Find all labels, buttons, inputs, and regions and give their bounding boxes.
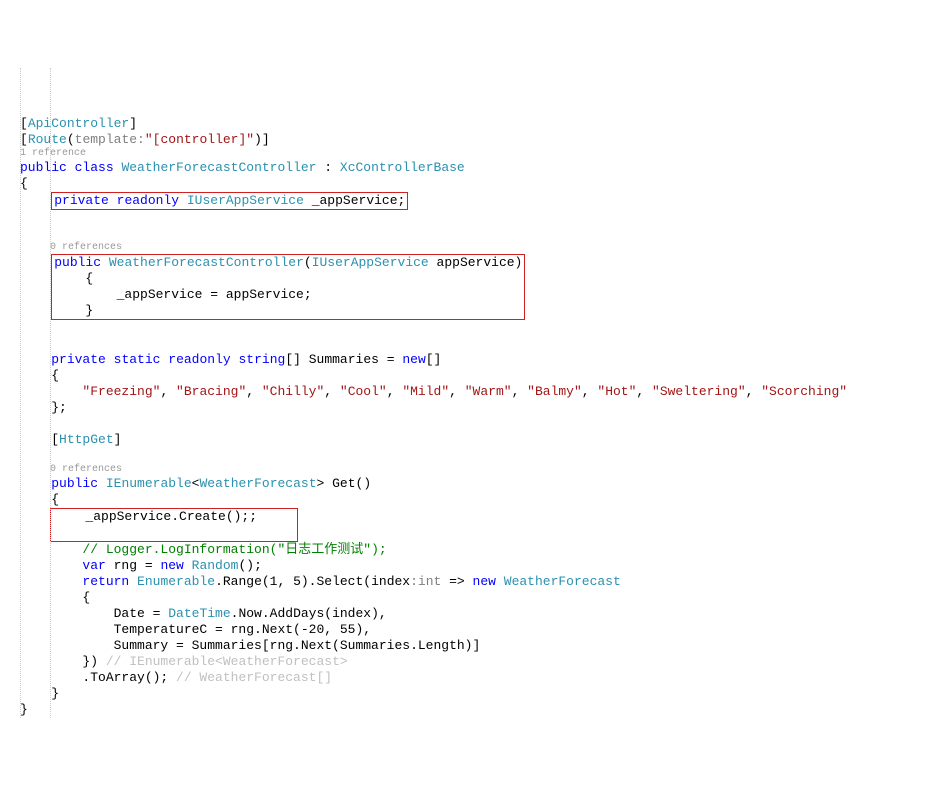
- highlight-field-box: private readonly IUserAppService _appSer…: [51, 192, 408, 210]
- kw-class: class: [75, 160, 114, 175]
- obj-date-a: Date =: [20, 606, 168, 621]
- arrow: =>: [441, 574, 472, 589]
- ctor-body: _appService = appService;: [54, 287, 311, 302]
- type-random: Random: [192, 558, 239, 573]
- param-hint-int: :int: [410, 574, 441, 589]
- obj-summary: Summary = Summaries[rng.Next(Summaries.L…: [20, 638, 480, 653]
- brace: {: [20, 368, 59, 383]
- code-editor: [ApiController] [Route(template:"[contro…: [20, 68, 947, 718]
- highlight-ctor-box: public WeatherForecastController(IUserAp…: [51, 254, 525, 320]
- call-line: _appService.Create();;: [23, 509, 257, 524]
- return-type: IEnumerable: [106, 476, 192, 491]
- param-hint-template: template:: [75, 132, 145, 147]
- type-enumerable: Enumerable: [137, 574, 215, 589]
- brace: {: [20, 590, 90, 605]
- comment-logger-end: );: [371, 542, 387, 557]
- toarray: .ToArray();: [20, 670, 176, 685]
- brace: }): [20, 654, 106, 669]
- kw-static: static: [114, 352, 161, 367]
- base-class: XcControllerBase: [340, 160, 465, 175]
- kw-new: new: [160, 558, 183, 573]
- kw-readonly: readonly: [117, 193, 179, 208]
- codelens-references[interactable]: 0 references: [20, 464, 947, 476]
- attr-apicontroller: ApiController: [28, 116, 129, 131]
- kw-public: public: [20, 160, 67, 175]
- inline-type-comment: // IEnumerable<WeatherForecast>: [106, 654, 348, 669]
- paren: (: [67, 132, 75, 147]
- paren: )]: [254, 132, 270, 147]
- summary-item: "Freezing": [82, 384, 160, 399]
- attr-bracket: [: [51, 432, 59, 447]
- comment-logger-str: "日志工作测试": [277, 542, 371, 557]
- summary-item: "Scorching": [761, 384, 847, 399]
- obj-temp: TemperatureC = rng.Next(-20, 55),: [20, 622, 371, 637]
- kw-string: string: [239, 352, 286, 367]
- comment-logger: // Logger.LogInformation(: [20, 542, 277, 557]
- codelens-references[interactable]: 0 references: [20, 242, 947, 254]
- highlight-call-box: _appService.Create();;: [50, 508, 298, 542]
- array-brackets: []: [426, 352, 442, 367]
- obj-date-b: .Now.AddDays(index),: [231, 606, 387, 621]
- rng-decl: rng =: [106, 558, 161, 573]
- summary-item: "Cool": [340, 384, 387, 399]
- paren: (: [304, 255, 312, 270]
- attr-bracket: ]: [114, 432, 122, 447]
- kw-var: var: [82, 558, 105, 573]
- generic-arg: WeatherForecast: [199, 476, 316, 491]
- summary-item: "Warm": [465, 384, 512, 399]
- rng-end: ();: [238, 558, 261, 573]
- summary-item: "Sweltering": [652, 384, 746, 399]
- ctor-param-name: appService): [429, 255, 523, 270]
- summary-item: "Balmy": [527, 384, 582, 399]
- select-call: .Range(1, 5).Select(index: [215, 574, 410, 589]
- kw-public: public: [54, 255, 101, 270]
- type-datetime: DateTime: [168, 606, 230, 621]
- attr-bracket: ]: [129, 116, 137, 131]
- summary-item: "Chilly": [262, 384, 324, 399]
- type-weatherforecast: WeatherForecast: [504, 574, 621, 589]
- summary-item: "Bracing": [176, 384, 246, 399]
- field-name: _appService;: [304, 193, 405, 208]
- inline-type-comment: // WeatherForecast[]: [176, 670, 332, 685]
- attr-bracket: [: [20, 132, 28, 147]
- brace: {: [20, 176, 28, 191]
- kw-new: new: [402, 352, 425, 367]
- brace: {: [20, 492, 59, 507]
- method-sig: > Get(): [317, 476, 372, 491]
- route-template: "[controller]": [145, 132, 254, 147]
- attr-httpget: HttpGet: [59, 432, 114, 447]
- ctor-param-type: IUserAppService: [312, 255, 429, 270]
- attr-bracket: [: [20, 116, 28, 131]
- kw-new: new: [473, 574, 496, 589]
- ctor-name: WeatherForecastController: [109, 255, 304, 270]
- attr-route: Route: [28, 132, 67, 147]
- class-name: WeatherForecastController: [121, 160, 316, 175]
- summary-item: "Mild": [402, 384, 449, 399]
- kw-return: return: [82, 574, 129, 589]
- field-type: IUserAppService: [187, 193, 304, 208]
- brace: };: [20, 400, 67, 415]
- colon: :: [317, 160, 340, 175]
- kw-private: private: [54, 193, 109, 208]
- brace: }: [20, 686, 59, 701]
- space: [129, 574, 137, 589]
- summary-item: "Hot": [597, 384, 636, 399]
- summaries-decl: [] Summaries =: [285, 352, 402, 367]
- kw-private: private: [51, 352, 106, 367]
- kw-public: public: [51, 476, 98, 491]
- brace: }: [20, 702, 28, 717]
- codelens-references[interactable]: 1 reference: [20, 148, 947, 160]
- kw-readonly: readonly: [168, 352, 230, 367]
